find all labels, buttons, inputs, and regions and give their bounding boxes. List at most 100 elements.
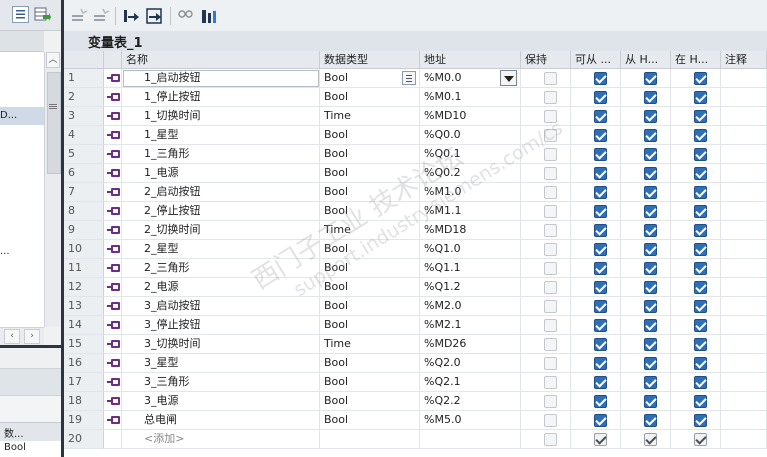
accessible-checkbox[interactable] xyxy=(594,376,607,389)
data-type-cell[interactable]: Bool xyxy=(320,373,420,392)
tree-item[interactable]: D... xyxy=(0,107,44,125)
data-type-cell[interactable]: Time xyxy=(320,335,420,354)
data-type-cell[interactable]: Bool xyxy=(320,259,420,278)
accessible-checkbox[interactable] xyxy=(594,395,607,408)
visible-checkbox[interactable] xyxy=(694,167,707,180)
retain-checkbox[interactable] xyxy=(544,72,557,85)
tag-name-cell[interactable]: 3_电源 xyxy=(122,392,320,411)
comment-cell[interactable] xyxy=(721,430,767,449)
comment-cell[interactable] xyxy=(721,316,767,335)
table-row[interactable]: 8 2_停止按钮 Bool %M1.1 xyxy=(64,202,767,221)
address-cell[interactable]: %Q2.1 xyxy=(420,373,521,392)
data-type-cell[interactable]: Bool xyxy=(320,126,420,145)
export-button[interactable] xyxy=(34,6,51,23)
comment-cell[interactable] xyxy=(721,354,767,373)
export-icon[interactable] xyxy=(122,7,140,25)
add-row-icon[interactable] xyxy=(92,7,110,25)
accessible-checkbox[interactable] xyxy=(594,224,607,237)
accessible-checkbox[interactable] xyxy=(594,433,607,446)
data-type-cell[interactable]: Bool xyxy=(320,164,420,183)
visible-checkbox[interactable] xyxy=(694,319,707,332)
visible-checkbox[interactable] xyxy=(694,300,707,313)
address-cell[interactable] xyxy=(420,430,521,449)
column-header-comment[interactable]: 注释 xyxy=(721,51,767,69)
comment-cell[interactable] xyxy=(721,373,767,392)
accessible-checkbox[interactable] xyxy=(594,243,607,256)
comment-cell[interactable] xyxy=(721,335,767,354)
tag-name-cell[interactable]: 3_切换时间 xyxy=(122,335,320,354)
visible-checkbox[interactable] xyxy=(694,224,707,237)
writable-checkbox[interactable] xyxy=(644,262,657,275)
table-row[interactable]: 4 1_星型 Bool %Q0.0 xyxy=(64,126,767,145)
data-type-cell[interactable]: Time xyxy=(320,221,420,240)
tree-horizontal-scrollbar[interactable]: ‹ › xyxy=(0,327,44,345)
table-row[interactable]: 7 2_启动按钮 Bool %M1.0 xyxy=(64,183,767,202)
address-cell[interactable]: %M0.0 xyxy=(420,69,521,88)
writable-checkbox[interactable] xyxy=(644,357,657,370)
writable-checkbox[interactable] xyxy=(644,243,657,256)
writable-checkbox[interactable] xyxy=(644,319,657,332)
data-type-cell[interactable]: Time xyxy=(320,107,420,126)
tag-name-cell[interactable]: 1_电源 xyxy=(122,164,320,183)
retain-checkbox[interactable] xyxy=(544,148,557,161)
visible-checkbox[interactable] xyxy=(694,110,707,123)
scrollbar-thumb[interactable] xyxy=(47,72,61,174)
address-cell[interactable]: %M0.1 xyxy=(420,88,521,107)
visible-checkbox[interactable] xyxy=(694,338,707,351)
comment-cell[interactable] xyxy=(721,297,767,316)
comment-cell[interactable] xyxy=(721,164,767,183)
comment-cell[interactable] xyxy=(721,240,767,259)
retain-checkbox[interactable] xyxy=(544,205,557,218)
data-type-cell[interactable]: Bool xyxy=(320,240,420,259)
address-cell[interactable]: %M5.0 xyxy=(420,411,521,430)
address-cell[interactable]: %Q2.0 xyxy=(420,354,521,373)
monitor-all-icon[interactable] xyxy=(200,7,218,25)
tag-name-cell[interactable]: 2_三角形 xyxy=(122,259,320,278)
accessible-checkbox[interactable] xyxy=(594,72,607,85)
scroll-left-button[interactable]: ‹ xyxy=(4,329,20,344)
comment-cell[interactable] xyxy=(721,69,767,88)
accessible-checkbox[interactable] xyxy=(594,205,607,218)
table-row[interactable]: 11 2_三角形 Bool %Q1.1 xyxy=(64,259,767,278)
comment-cell[interactable] xyxy=(721,221,767,240)
tag-name-cell[interactable]: 1_切换时间 xyxy=(122,107,320,126)
retain-checkbox[interactable] xyxy=(544,376,557,389)
visible-checkbox[interactable] xyxy=(694,357,707,370)
accessible-checkbox[interactable] xyxy=(594,129,607,142)
table-row[interactable]: 1 1_启动按钮 Bool %M0.0 xyxy=(64,69,767,88)
data-type-cell[interactable]: Bool xyxy=(320,145,420,164)
column-header-retain[interactable]: 保持 xyxy=(521,51,571,69)
writable-checkbox[interactable] xyxy=(644,72,657,85)
address-cell[interactable]: %MD18 xyxy=(420,221,521,240)
table-row[interactable]: 16 3_星型 Bool %Q2.0 xyxy=(64,354,767,373)
address-cell[interactable]: %MD26 xyxy=(420,335,521,354)
writable-checkbox[interactable] xyxy=(644,186,657,199)
retain-checkbox[interactable] xyxy=(544,243,557,256)
retain-checkbox[interactable] xyxy=(544,129,557,142)
address-cell[interactable]: %Q1.1 xyxy=(420,259,521,278)
visible-checkbox[interactable] xyxy=(694,205,707,218)
tree-item[interactable]: ... xyxy=(0,243,44,261)
data-type-cell[interactable]: Bool xyxy=(320,183,420,202)
table-row[interactable]: 12 2_电源 Bool %Q1.2 xyxy=(64,278,767,297)
retain-checkbox[interactable] xyxy=(544,395,557,408)
comment-cell[interactable] xyxy=(721,202,767,221)
table-row[interactable]: 5 1_三角形 Bool %Q0.1 xyxy=(64,145,767,164)
monitor-icon[interactable] xyxy=(177,7,195,25)
visible-checkbox[interactable] xyxy=(694,414,707,427)
visible-checkbox[interactable] xyxy=(694,129,707,142)
visible-checkbox[interactable] xyxy=(694,395,707,408)
retain-checkbox[interactable] xyxy=(544,224,557,237)
address-dropdown-button[interactable] xyxy=(500,70,517,86)
accessible-checkbox[interactable] xyxy=(594,300,607,313)
table-row[interactable]: 3 1_切换时间 Time %MD10 xyxy=(64,107,767,126)
writable-checkbox[interactable] xyxy=(644,91,657,104)
accessible-checkbox[interactable] xyxy=(594,91,607,104)
column-header-type[interactable]: 数据类型 xyxy=(320,51,420,69)
tag-name-cell[interactable]: 1_星型 xyxy=(122,126,320,145)
add-new-cell[interactable]: <添加> xyxy=(122,430,320,449)
writable-checkbox[interactable] xyxy=(644,433,657,446)
address-cell[interactable]: %Q0.1 xyxy=(420,145,521,164)
writable-checkbox[interactable] xyxy=(644,395,657,408)
add-new-row[interactable]: 20 <添加> xyxy=(64,430,767,449)
